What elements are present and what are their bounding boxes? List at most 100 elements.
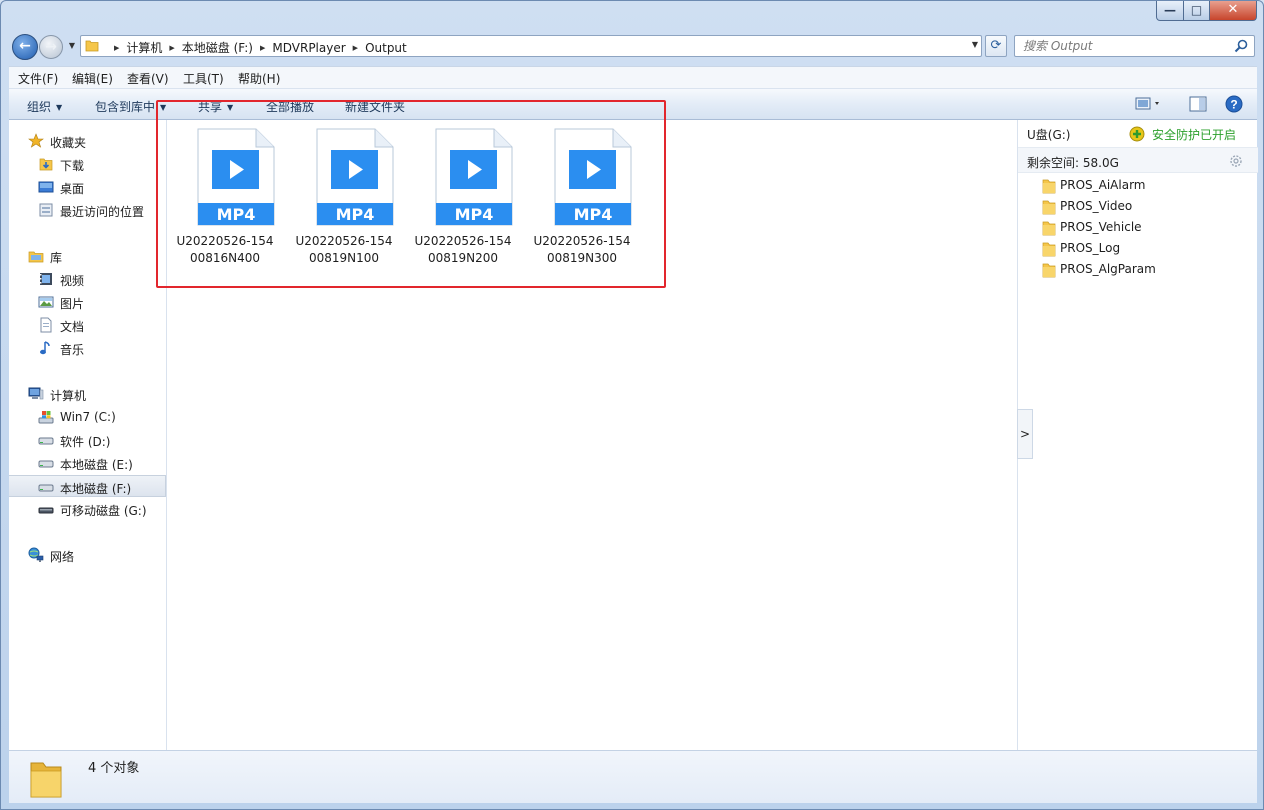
search-box — [1014, 35, 1255, 57]
refresh-button[interactable]: ⟳ — [985, 35, 1007, 57]
nav-item-drive-d[interactable]: 软件 (D:) — [9, 429, 166, 451]
computer-icon — [28, 387, 44, 400]
nav-item-drive-c[interactable]: Win7 (C:) — [9, 406, 166, 428]
forward-button[interactable]: → — [39, 35, 63, 59]
nav-item-label: 图片 — [60, 297, 85, 311]
nav-libraries[interactable]: 库 — [9, 245, 166, 267]
nav-item-recent-places[interactable]: 最近访问的位置 — [9, 199, 166, 221]
file-name-line: 00819N100 — [308, 251, 380, 265]
mp4-file-icon: MP4 — [197, 128, 275, 226]
nav-item-drive-f[interactable]: 本地磁盘 (F:) — [9, 475, 166, 497]
menu-file[interactable]: 文件(F) — [18, 70, 58, 87]
mp4-file-icon: MP4 — [316, 128, 394, 226]
file-name-line: U20220526-154 — [295, 234, 393, 248]
nav-network[interactable]: 网络 — [9, 544, 166, 566]
folder-label: PROS_Vehicle — [1060, 220, 1142, 234]
file-name-line: U20220526-154 — [533, 234, 631, 248]
minimize-button[interactable]: — — [1156, 1, 1184, 21]
file-item[interactable]: MP4 U20220526-154 00816N400 — [175, 128, 275, 265]
nav-item-drive-g[interactable]: 可移动磁盘 (G:) — [9, 498, 166, 520]
address-bar[interactable]: ▶ 计算机 ▶ 本地磁盘 (F:) ▶ MDVRPlayer ▶ Output ▼ — [80, 35, 982, 57]
folder-label: PROS_Video — [1060, 199, 1133, 213]
nav-item-music[interactable]: 音乐 — [9, 337, 166, 359]
free-space-text: 剩余空间: 58.0G — [1027, 156, 1119, 170]
maximize-icon: □ — [1190, 3, 1203, 17]
play-all-button[interactable]: 全部播放 — [266, 98, 314, 115]
file-name-line: 00819N200 — [427, 251, 499, 265]
nav-item-pictures[interactable]: 图片 — [9, 291, 166, 313]
view-options-icon[interactable] — [1135, 96, 1163, 112]
breadcrumb-item[interactable]: 本地磁盘 (F:) — [182, 39, 253, 56]
history-dropdown-icon[interactable]: ▼ — [65, 39, 79, 53]
folder-label: PROS_AlgParam — [1060, 262, 1156, 276]
file-item[interactable]: MP4 U20220526-154 00819N300 — [532, 128, 632, 265]
include-in-library-button[interactable]: 包含到库中 ▼ — [95, 98, 166, 115]
hard-drive-icon — [38, 460, 54, 468]
chevron-down-icon: ▼ — [56, 103, 63, 112]
nav-libraries-label: 库 — [50, 251, 63, 265]
drive-folder-item[interactable]: PROS_Video — [1042, 196, 1242, 217]
share-button[interactable]: 共享 ▼ — [198, 98, 233, 115]
nav-favorites-label: 收藏夹 — [50, 136, 87, 150]
nav-item-desktop[interactable]: 桌面 — [9, 176, 166, 198]
file-name-line: U20220526-154 — [414, 234, 512, 248]
folder-icon — [85, 40, 99, 52]
breadcrumb-chevron-icon[interactable]: ▶ — [114, 44, 119, 52]
drive-folder-item[interactable]: PROS_AlgParam — [1042, 259, 1242, 280]
minimize-icon: — — [1164, 3, 1176, 17]
menu-bar: 文件(F) 编辑(E) 查看(V) 工具(T) 帮助(H) — [9, 66, 1257, 88]
recent-places-icon — [39, 203, 53, 217]
breadcrumb-item[interactable]: Output — [365, 41, 407, 55]
breadcrumb-chevron-icon[interactable]: ▶ — [260, 44, 265, 52]
nav-item-documents[interactable]: 文档 — [9, 314, 166, 336]
menu-tools[interactable]: 工具(T) — [183, 70, 224, 87]
file-name-line: U20220526-154 — [176, 234, 274, 248]
drive-folder-item[interactable]: PROS_Vehicle — [1042, 217, 1242, 238]
breadcrumb-chevron-icon[interactable]: ▶ — [169, 44, 174, 52]
search-icon[interactable] — [1233, 38, 1249, 54]
file-item[interactable]: MP4 U20220526-154 00819N100 — [294, 128, 394, 265]
breadcrumb-item[interactable]: 计算机 — [126, 39, 162, 56]
maximize-button[interactable]: □ — [1183, 1, 1210, 21]
navigation-pane: 收藏夹 下载 桌面 最近访问的位置 库 视频 图片 文档 音乐 计算机 Win7… — [9, 120, 167, 750]
search-input[interactable] — [1023, 39, 1223, 53]
file-list-pane[interactable]: MP4 U20220526-154 00816N400 MP4 U20220526… — [156, 100, 1017, 750]
file-badge: MP4 — [455, 205, 494, 224]
new-folder-button[interactable]: 新建文件夹 — [345, 98, 405, 115]
file-badge: MP4 — [336, 205, 375, 224]
nav-computer[interactable]: 计算机 — [9, 383, 166, 405]
nav-item-label: 可移动磁盘 (G:) — [60, 504, 147, 518]
nav-item-videos[interactable]: 视频 — [9, 268, 166, 290]
file-name: U20220526-154 00819N300 — [532, 233, 632, 267]
organize-button[interactable]: 组织 ▼ — [27, 98, 62, 115]
address-dropdown-icon[interactable]: ▼ — [972, 40, 978, 49]
breadcrumb-item[interactable]: MDVRPlayer — [272, 41, 345, 55]
drive-folder-item[interactable]: PROS_AiAlarm — [1042, 175, 1242, 196]
help-icon[interactable]: ? — [1225, 95, 1243, 113]
close-button[interactable]: ✕ — [1209, 1, 1257, 21]
security-shield-icon[interactable] — [1129, 126, 1145, 142]
pane-toggle-button[interactable]: > — [1017, 409, 1033, 459]
nav-item-label: 本地磁盘 (F:) — [60, 482, 132, 496]
preview-pane-icon[interactable] — [1189, 96, 1207, 112]
file-name: U20220526-154 00819N200 — [413, 233, 513, 267]
menu-view[interactable]: 查看(V) — [127, 70, 169, 87]
system-drive-icon — [38, 411, 54, 424]
chevron-right-icon: > — [1019, 427, 1031, 441]
nav-item-drive-e[interactable]: 本地磁盘 (E:) — [9, 452, 166, 474]
file-item[interactable]: MP4 U20220526-154 00819N200 — [413, 128, 513, 265]
nav-item-label: 下载 — [60, 159, 85, 173]
nav-item-label: 软件 (D:) — [60, 435, 111, 449]
gear-icon[interactable] — [1228, 153, 1244, 169]
music-icon — [40, 341, 50, 355]
menu-edit[interactable]: 编辑(E) — [72, 70, 113, 87]
nav-favorites[interactable]: 收藏夹 — [9, 130, 166, 152]
nav-item-downloads[interactable]: 下载 — [9, 153, 166, 175]
folder-icon — [1042, 179, 1056, 194]
folder-label: PROS_AiAlarm — [1060, 178, 1146, 192]
protection-status[interactable]: 安全防护已开启 — [1152, 126, 1236, 143]
drive-folder-item[interactable]: PROS_Log — [1042, 238, 1242, 259]
breadcrumb-chevron-icon[interactable]: ▶ — [353, 44, 358, 52]
back-button[interactable]: ← — [12, 34, 38, 60]
menu-help[interactable]: 帮助(H) — [238, 70, 280, 87]
